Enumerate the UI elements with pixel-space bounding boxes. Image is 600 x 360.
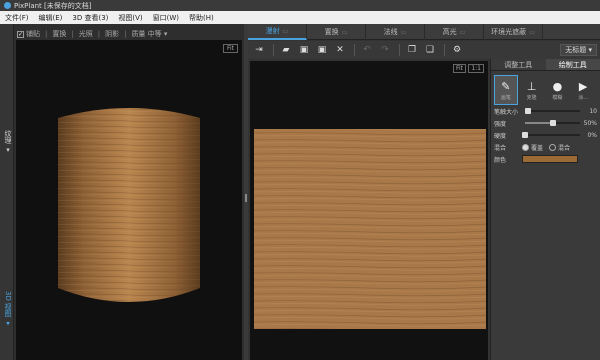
toolbar-separator	[354, 44, 355, 56]
camera-icon: ▭	[341, 28, 348, 36]
wood-cylinder	[58, 108, 200, 302]
menu-file[interactable]: 文件(F)	[0, 13, 34, 23]
app-window: PixPlant [未保存的文档] 文件(F) 编辑(E) 3D 查看(3) 视…	[0, 0, 600, 360]
menu-3d-view[interactable]: 3D 查看(3)	[67, 13, 113, 23]
mix-radio[interactable]	[549, 143, 557, 151]
menu-help[interactable]: 帮助(H)	[184, 13, 219, 23]
blur-icon: ●	[552, 79, 563, 93]
slider-knob[interactable]	[549, 120, 556, 126]
toolbar-separator	[444, 44, 445, 56]
fit-2d-button[interactable]: Fit	[452, 64, 466, 73]
redo-icon[interactable]: ↷	[377, 43, 393, 57]
left-panel-strip: 纹理 ▾ 3D 视图 ▾	[0, 24, 14, 360]
menu-edit[interactable]: 编辑(E)	[34, 13, 68, 23]
preset-dropdown[interactable]: 无标题 ▾	[560, 44, 597, 56]
slider-knob[interactable]	[522, 132, 528, 138]
tab-normal[interactable]: 法线 ▭	[366, 24, 425, 40]
menu-window[interactable]: 窗口(W)	[148, 13, 184, 23]
tab-specular[interactable]: 高光 ▭	[425, 24, 484, 40]
paste-icon[interactable]: ❏	[422, 43, 438, 57]
save-as-icon[interactable]: ▣	[314, 43, 330, 57]
app-logo-icon	[4, 2, 11, 9]
blend-row: 混合 覆盖 混合	[494, 143, 571, 152]
map-tab-bar: 漫射 ▭ 置换 ▭ 法线 ▭ 高光 ▭ 环境光遮蔽 ▭	[248, 24, 600, 40]
color-swatch[interactable]	[522, 155, 578, 163]
tile-checkbox[interactable]: ✓	[17, 30, 24, 38]
camera-icon: ▭	[459, 28, 466, 36]
title-bar: PixPlant [未保存的文档]	[0, 0, 600, 11]
quality-dropdown[interactable]: 中等 ▾	[148, 29, 168, 39]
camera-icon: ▭	[282, 27, 289, 35]
tool-properties-panel: 调整工具 绘制工具 ✎ 画笔 ⊥ 克隆 ● 模糊 ▶ 涂... 笔触大小 10 …	[490, 59, 600, 360]
paint-tool-palette: ✎ 画笔 ⊥ 克隆 ● 模糊 ▶ 涂...	[491, 71, 600, 105]
open-icon[interactable]: ▰	[278, 43, 294, 57]
wood-texture	[254, 129, 486, 329]
displace-toggle[interactable]: 置换	[52, 29, 66, 39]
mix-label: 混合	[558, 144, 571, 152]
clone-icon: ⊥	[526, 79, 537, 93]
brush-icon: ✎	[501, 79, 511, 93]
color-row: 颜色	[494, 153, 597, 165]
texture-viewport[interactable]: Fit 1:1	[250, 61, 488, 360]
tab-paint-tools[interactable]: 绘制工具	[545, 59, 600, 70]
3d-view-side-tab[interactable]: 3D 视图 ▾	[1, 279, 13, 339]
toolbar-separator: |	[71, 30, 74, 38]
hardness-slider[interactable]	[522, 132, 580, 138]
close-icon[interactable]: ✕	[332, 43, 348, 57]
more-icon: ▶	[578, 79, 588, 93]
brush-size-slider[interactable]	[524, 108, 580, 114]
strength-slider[interactable]	[525, 120, 580, 126]
import-icon[interactable]: ⇥	[251, 43, 267, 57]
toolbar-separator	[399, 44, 400, 56]
brush-size-row: 笔触大小 10	[494, 107, 597, 116]
toolbar-separator: |	[124, 30, 127, 38]
copy-icon[interactable]: ❐	[404, 43, 420, 57]
tab-ambient-occlusion[interactable]: 环境光遮蔽 ▭	[484, 24, 543, 40]
clone-tool-button[interactable]: ⊥ 克隆	[520, 75, 544, 105]
menu-view[interactable]: 视图(V)	[113, 13, 147, 23]
blur-tool-button[interactable]: ● 模糊	[546, 75, 570, 105]
3d-view-panel: ✓ 铺贴 | 置换 | 光照 | 阴影 | 质量 中等 ▾ Fit	[14, 24, 244, 360]
slider-knob[interactable]	[524, 108, 531, 114]
shadow-toggle[interactable]: 阴影	[105, 29, 119, 39]
camera-icon: ▭	[529, 28, 535, 36]
settings-icon[interactable]: ⚙	[449, 43, 465, 57]
save-icon[interactable]: ▣	[296, 43, 312, 57]
tile-label: 铺贴	[26, 30, 40, 38]
fit-3d-button[interactable]: Fit	[222, 44, 238, 53]
texture-editor-panel: 漫射 ▭ 置换 ▭ 法线 ▭ 高光 ▭ 环境光遮蔽 ▭ ⇥ ▰ ▣ ▣ ✕ ↶ ↷ ❐ ❏…	[248, 24, 600, 360]
strength-row: 强度 50%	[494, 119, 597, 128]
brush-tool-button[interactable]: ✎ 画笔	[494, 75, 518, 105]
more-tool-button[interactable]: ▶ 涂...	[571, 75, 595, 105]
file-toolbar: ⇥ ▰ ▣ ▣ ✕ ↶ ↷ ❐ ❏ ⚙ 无标题 ▾	[248, 41, 600, 59]
undo-icon[interactable]: ↶	[359, 43, 375, 57]
3d-view-toolbar: ✓ 铺贴 | 置换 | 光照 | 阴影 | 质量 中等 ▾	[14, 28, 244, 40]
tab-displacement[interactable]: 置换 ▭	[307, 24, 366, 40]
tab-diffuse[interactable]: 漫射 ▭	[248, 24, 307, 40]
hardness-row: 硬度 0%	[494, 131, 597, 140]
light-toggle[interactable]: 光照	[79, 29, 93, 39]
texture-side-tab[interactable]: 纹理 ▾	[1, 122, 13, 162]
tab-adjust-tools[interactable]: 调整工具	[491, 59, 546, 70]
camera-icon: ▭	[400, 28, 407, 36]
3d-viewport[interactable]: Fit	[16, 40, 242, 360]
window-title: PixPlant [未保存的文档]	[14, 1, 92, 10]
overlay-radio[interactable]	[522, 143, 529, 151]
scale-1-1-button[interactable]: 1:1	[468, 64, 484, 73]
props-tab-bar: 调整工具 绘制工具	[491, 59, 600, 71]
toolbar-separator: |	[97, 30, 101, 38]
overlay-label: 覆盖	[531, 144, 544, 152]
menu-bar: 文件(F) 编辑(E) 3D 查看(3) 视图(V) 窗口(W) 帮助(H)	[0, 11, 600, 24]
toolbar-separator	[273, 44, 274, 56]
quality-label: 质量	[131, 30, 146, 38]
toolbar-separator: |	[45, 30, 48, 38]
splitter-grip-icon	[245, 194, 247, 202]
